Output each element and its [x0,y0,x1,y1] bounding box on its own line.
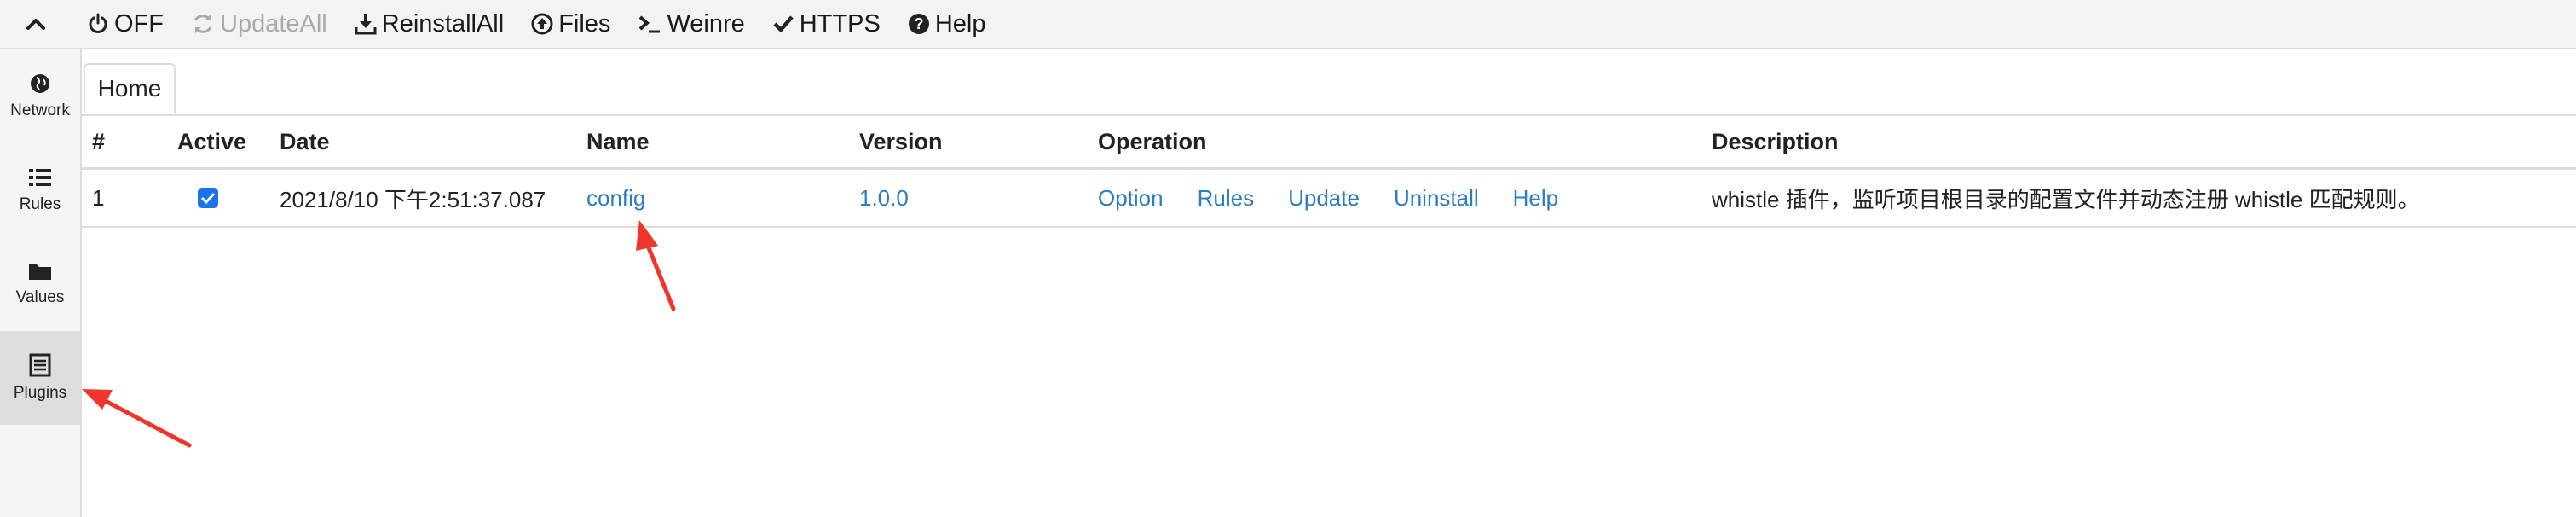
tab-home[interactable]: Home [84,63,176,114]
files-button[interactable]: Files [531,0,610,48]
svg-text:?: ? [914,15,923,32]
sidebar-item-label: Values [15,288,65,306]
help-link[interactable]: Help [1513,185,1558,212]
update-link[interactable]: Update [1288,185,1360,212]
globe-icon [31,74,49,93]
question-circle-icon: ? [908,14,929,34]
col-header-index: # [92,128,106,154]
sidebar-item-label: Rules [19,195,61,213]
power-off-button[interactable]: OFF [87,0,164,48]
row-date: 2021/8/10 下午2:51:37.087 [280,186,546,212]
arrow-to-config [636,220,676,311]
sidebar-item-label: Network [10,102,70,119]
reinstall-all-label: ReinstallAll [381,9,505,38]
help-label: Help [934,9,986,38]
power-off-label: OFF [114,9,164,38]
terminal-icon [639,15,661,33]
sidebar: Network Rules Values Plugins [0,49,82,517]
rules-link[interactable]: Rules [1198,185,1254,212]
update-all-button[interactable]: UpdateAll [191,0,327,48]
plugin-name-link[interactable]: config [586,170,645,226]
download-icon [355,14,377,35]
https-label: HTTPS [799,9,881,38]
tab-bar: Home [82,49,2576,116]
files-label: Files [558,9,611,38]
sidebar-item-label: Plugins [13,384,67,402]
check-icon [773,15,794,33]
https-button[interactable]: HTTPS [772,0,881,48]
folder-icon [29,264,51,280]
plugins-table-header: # Active Date Name Version Operation Des… [82,116,2576,170]
weinre-button[interactable]: Weinre [638,0,745,48]
col-header-date: Date [280,128,330,154]
sidebar-item-rules[interactable]: Rules [0,143,80,237]
reinstall-all-button[interactable]: ReinstallAll [355,0,504,48]
collapse-button[interactable] [0,0,72,48]
power-icon [89,13,107,33]
weinre-label: Weinre [667,9,745,38]
col-header-description: Description [1712,128,1839,154]
sidebar-item-values[interactable]: Values [0,237,80,331]
col-header-name: Name [586,128,650,154]
row-operations: Option Rules Update Uninstall Help [1098,170,1592,226]
update-all-label: UpdateAll [220,9,327,38]
active-checkbox[interactable] [198,170,218,226]
col-header-active: Active [177,128,247,154]
chevron-up-icon [26,19,45,30]
plugin-version-link[interactable]: 1.0.0 [859,170,909,226]
col-header-operation: Operation [1098,128,1207,154]
uninstall-link[interactable]: Uninstall [1394,185,1479,212]
row-index: 1 [92,184,105,211]
refresh-icon [193,15,212,33]
checkbox-checked-icon [198,188,218,208]
help-button[interactable]: ? Help [908,0,986,48]
top-toolbar: OFF UpdateAll ReinstallAll Files Weinre [0,0,2576,49]
plugin-list-icon [29,353,51,377]
sidebar-item-network[interactable]: Network [0,49,80,143]
row-description: whistle 插件，监听项目根目录的配置文件并动态注册 whistle 匹配规… [1712,186,2420,212]
col-header-version: Version [859,128,943,154]
arrow-to-plugins [82,389,192,448]
sidebar-item-plugins[interactable]: Plugins [0,331,80,425]
upload-circle-icon [531,13,553,35]
table-row: 1 2021/8/10 下午2:51:37.087 config 1.0.0 O… [82,170,2576,228]
option-link[interactable]: Option [1098,185,1164,212]
list-icon [29,169,51,186]
